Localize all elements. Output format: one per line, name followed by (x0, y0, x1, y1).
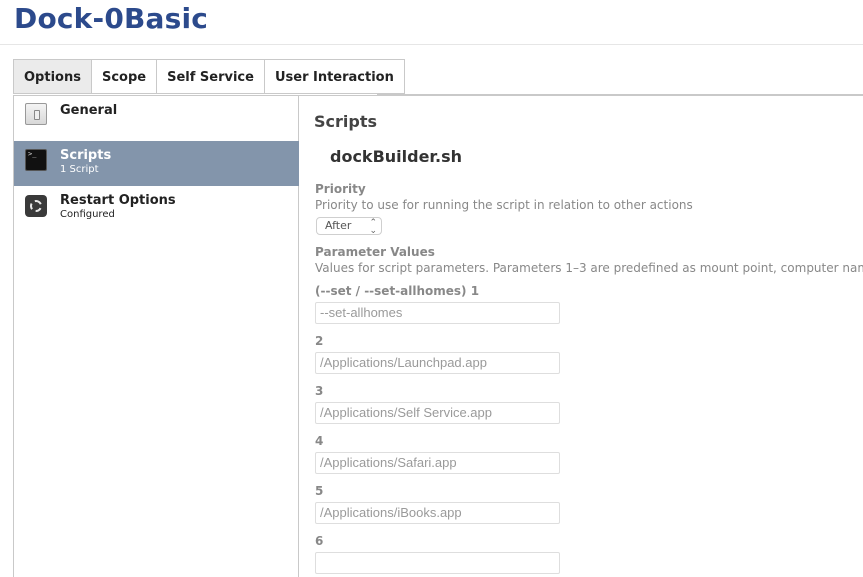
parameter-values-description: Values for script parameters. Parameters… (315, 261, 863, 275)
parameter-1-field[interactable]: --set-allhomes (315, 302, 560, 324)
sidebar-item-sublabel: Configured (60, 209, 115, 220)
sidebar-item-label: General (60, 103, 118, 118)
sidebar-item-sublabel: 1 Script (60, 164, 99, 175)
parameter-2-field[interactable]: /Applications/Launchpad.app (315, 352, 560, 374)
parameter-2-label: 2 (315, 334, 324, 348)
parameter-4-field[interactable]: /Applications/Safari.app (315, 452, 560, 474)
options-sidebar: General >_ Scripts 1 Script Restart Opti… (14, 96, 299, 577)
page-title: Dock-0Basic (14, 2, 209, 35)
terminal-icon: >_ (25, 149, 47, 171)
parameter-4-label: 4 (315, 434, 324, 448)
sidebar-item-restart-options[interactable]: Restart Options Configured (14, 186, 299, 231)
parameter-3-label: 3 (315, 384, 324, 398)
restart-icon (25, 195, 47, 217)
general-icon (25, 103, 47, 125)
priority-select-value: After (325, 219, 352, 232)
sidebar-item-scripts[interactable]: >_ Scripts 1 Script (14, 141, 299, 186)
section-heading: Scripts (314, 112, 378, 131)
tab-bar: Options Scope Self Service User Interact… (13, 59, 405, 95)
parameter-6-label: 6 (315, 534, 324, 548)
parameter-values-label: Parameter Values (315, 245, 435, 259)
priority-select[interactable]: After ⌃ ⌄ (316, 217, 382, 236)
tab-user-interaction[interactable]: User Interaction (264, 59, 405, 94)
priority-label: Priority (315, 182, 366, 196)
parameter-6-field[interactable] (315, 552, 560, 574)
parameter-5-label: 5 (315, 484, 324, 498)
script-name: dockBuilder.sh (330, 147, 463, 166)
sidebar-item-label: Restart Options (60, 193, 176, 208)
parameter-3-field[interactable]: /Applications/Self Service.app (315, 402, 560, 424)
parameter-1-label: (--set / --set-allhomes) 1 (315, 284, 480, 298)
priority-description: Priority to use for running the script i… (315, 198, 693, 212)
sidebar-item-label: Scripts (60, 148, 112, 163)
tab-self-service[interactable]: Self Service (157, 59, 265, 94)
updown-arrows-icon: ⌃ ⌄ (369, 218, 377, 236)
divider (0, 44, 863, 45)
sidebar-item-general[interactable]: General (14, 96, 299, 141)
tab-options[interactable]: Options (13, 59, 92, 94)
parameter-5-field[interactable]: /Applications/iBooks.app (315, 502, 560, 524)
tab-scope[interactable]: Scope (91, 59, 158, 94)
